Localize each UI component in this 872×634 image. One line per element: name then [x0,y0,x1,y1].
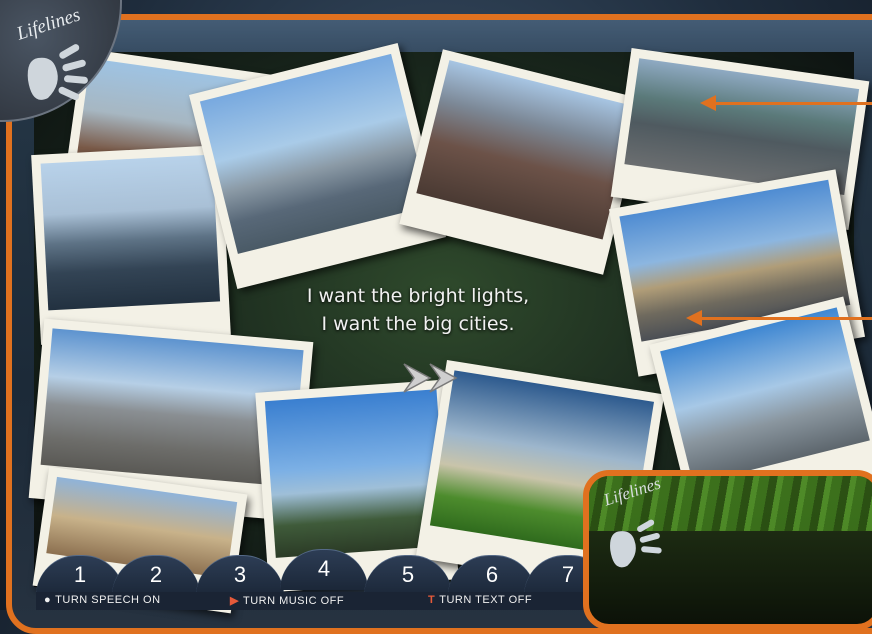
inset-screenshot: Lifelines [583,470,872,630]
speech-bubble-icon: ● [44,594,52,606]
callout-arrow-top [700,95,872,111]
chapter-tab-4[interactable]: 4 [280,549,368,590]
message-line-2: I want the big cities. [321,313,515,335]
chapter-tab-5[interactable]: 5 [364,555,452,596]
message-line-1: I want the bright lights, [306,285,530,307]
suspension-bridge-skyline-photo [31,145,231,345]
inset-hand-icon [610,519,662,568]
callout-arrow-middle [686,310,872,326]
double-chevron-right-icon [403,363,458,393]
chapter-tab-1[interactable]: 1 [36,555,124,596]
text-toggle[interactable]: T TURN TEXT OFF [428,594,532,606]
hand-icon [27,44,88,101]
control-bar: ● TURN SPEECH ON ▶ TURN MUSIC OFF T TURN TE… [36,592,606,610]
chapter-tab-6[interactable]: 6 [448,555,536,596]
text-icon: T [428,594,436,606]
chapter-tabs: 1 2 3 4 5 6 7 [36,549,612,596]
speaker-icon: ▶ [230,595,239,607]
chapter-tab-3[interactable]: 3 [196,555,284,596]
speech-toggle[interactable]: ● TURN SPEECH ON [44,594,161,606]
next-button[interactable] [400,358,480,398]
chapter-tab-2[interactable]: 2 [112,555,200,596]
music-toggle[interactable]: ▶ TURN MUSIC OFF [230,594,344,607]
story-message: I want the bright lights, I want the big… [268,282,568,338]
